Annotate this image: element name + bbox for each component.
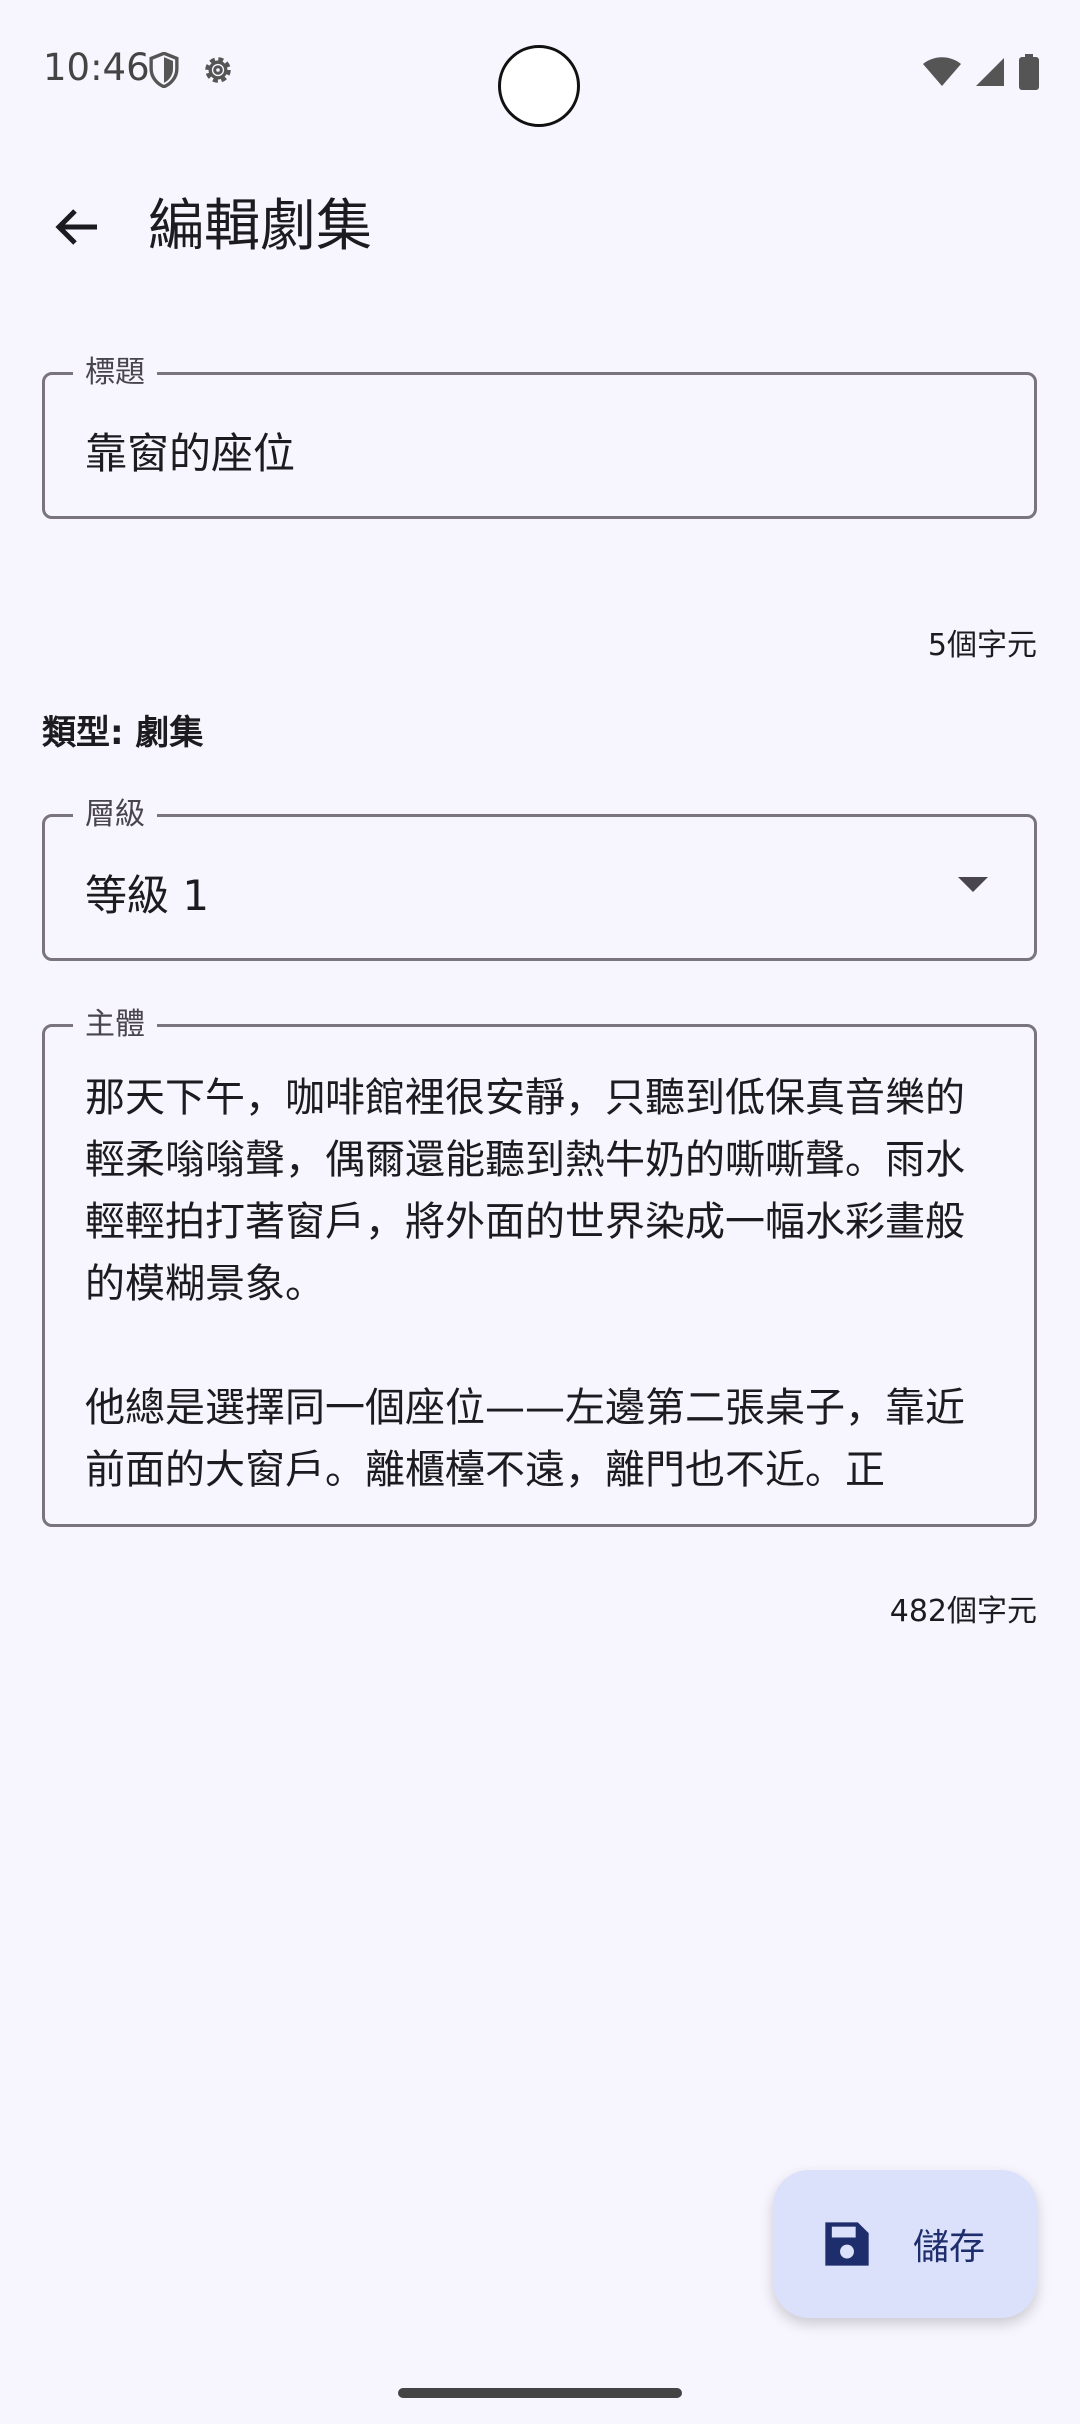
page-title: 編輯劇集 (148, 194, 372, 259)
body-char-counter: 482個字元 (889, 1594, 1037, 1629)
home-indicator[interactable] (398, 2388, 682, 2398)
back-button[interactable] (42, 192, 112, 262)
tier-dropdown[interactable]: 層級 等級 1 (42, 795, 1037, 961)
tier-field-value: 等級 1 (85, 871, 210, 920)
tier-field-label: 層級 (73, 795, 157, 835)
save-icon (825, 2222, 869, 2266)
title-char-counter: 5個字元 (927, 628, 1037, 663)
title-field-label: 標題 (73, 353, 157, 393)
dropdown-arrow-icon[interactable] (958, 877, 988, 892)
gear-icon (200, 52, 236, 92)
screen: 10:46 編輯劇集 標題 靠窗的座位 5個字元 類型: 劇集 層級 等級 1 (0, 0, 1080, 2424)
title-field-value[interactable]: 靠窗的座位 (85, 420, 295, 481)
shield-icon (148, 51, 180, 92)
camera-cutout (498, 45, 580, 127)
body-textarea[interactable]: 那天下午，咖啡館裡很安靜，只聽到低保真音樂的輕柔嗡嗡聲，偶爾還能聽到熱牛奶的嘶嘶… (85, 1067, 1000, 1512)
save-button-label: 儲存 (913, 2227, 986, 2268)
battery-icon (1018, 54, 1040, 94)
status-time: 10:46 (43, 46, 150, 89)
wifi-icon (922, 56, 962, 92)
body-field[interactable]: 主體 那天下午，咖啡館裡很安靜，只聽到低保真音樂的輕柔嗡嗡聲，偶爾還能聽到熱牛奶… (42, 1005, 1037, 1527)
signal-icon (974, 56, 1006, 92)
status-right-icons (922, 54, 1040, 94)
body-field-label: 主體 (73, 1005, 157, 1045)
status-left-icons (148, 51, 236, 92)
title-field[interactable]: 標題 靠窗的座位 (42, 353, 1037, 519)
type-label: 類型: 劇集 (42, 713, 204, 753)
arrow-back-icon (55, 209, 97, 245)
save-button[interactable]: 儲存 (773, 2170, 1037, 2318)
